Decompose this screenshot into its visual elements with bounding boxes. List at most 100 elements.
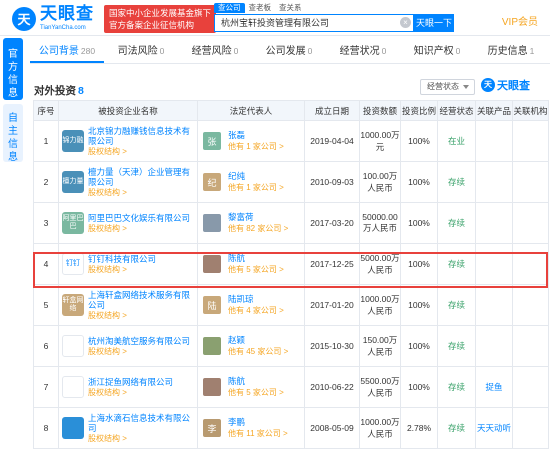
related-org [512, 407, 549, 449]
company-name-link[interactable]: 阿里巴巴文化娱乐有限公司 [88, 213, 196, 223]
related-org [512, 284, 549, 326]
legal-rep-link[interactable]: 陈航 [228, 253, 284, 264]
status-filter-label: 经营状态 [427, 82, 459, 91]
company-logo-icon: 轩盒网络 [62, 294, 84, 316]
equity-structure-link[interactable]: 股权结构 > [88, 264, 196, 275]
legal-rep-link[interactable]: 陈航 [228, 376, 284, 387]
related-product-link[interactable] [475, 120, 513, 162]
vip-link[interactable]: VIP会员 [502, 13, 538, 28]
search-tab-company[interactable]: 查公司 [214, 3, 245, 13]
legal-rep-companies-link[interactable]: 他有 82 家公司 > [228, 223, 288, 234]
legal-rep-cell: 赵颖 他有 45 家公司 > [197, 325, 305, 367]
tab-background[interactable]: 公司背景 280 [30, 40, 104, 63]
legal-rep-link[interactable]: 李鹏 [228, 417, 288, 428]
legal-rep-cell: 陈航 他有 5 家公司 > [197, 366, 305, 408]
table-row: 7 浙江捉鱼网络有限公司 股权结构 > 陈航 他有 5 家公司 >2010-06-22 5… [33, 366, 549, 408]
company-cell: 上海水滴石信息技术有限公司 股权结构 > [58, 407, 198, 449]
company-name-link[interactable]: 北京锦力融赚钱信息技术有限公司 [88, 126, 196, 146]
tab-count: 0 [233, 46, 239, 56]
tab-development[interactable]: 公司发展 0 [252, 40, 326, 63]
founded-date: 2019-04-04 [304, 120, 360, 162]
related-product-link[interactable]: 天天动听 [475, 407, 513, 449]
company-name-link[interactable]: 上海水滴石信息技术有限公司 [88, 413, 196, 433]
legal-rep-companies-link[interactable]: 他有 11 家公司 > [228, 428, 288, 439]
related-org [512, 325, 549, 367]
legal-rep-link[interactable]: 黎富荷 [228, 212, 288, 223]
legal-rep-cell: 张张磊 他有 1 家公司 > [197, 120, 305, 162]
col-header-index: 序号 [33, 100, 59, 121]
investment-amount: 1000.00万人民币 [359, 407, 401, 449]
legal-rep-companies-link[interactable]: 他有 45 家公司 > [228, 346, 288, 357]
related-org [512, 120, 549, 162]
row-index: 5 [33, 284, 59, 326]
side-tab-official[interactable]: 官方信息 [3, 38, 23, 100]
legal-rep-cell: 纪纪纯 他有 1 家公司 > [197, 161, 305, 203]
legal-rep-link[interactable]: 陆凯琼 [228, 294, 284, 305]
tab-ip[interactable]: 知识产权 0 [400, 40, 474, 63]
company-cell: 轩盒网络 上海轩盒网络技术服务有限公司 股权结构 > [58, 284, 198, 326]
table-row: 2 檀力量 檀力量（天津）企业管理有限公司 股权结构 > 纪纪纯 他有 1 家公司 >20… [33, 161, 549, 203]
banner-line-2: 官方备案企业征信机构 [109, 20, 195, 30]
side-tab-official-label: 官方信息 [8, 49, 18, 99]
related-product-link[interactable] [475, 202, 513, 244]
logo[interactable]: 天 天眼查 TianYanCha.com [12, 6, 94, 31]
investment-ratio: 2.78% [400, 407, 438, 449]
logo-mark-icon: 天 [12, 6, 36, 31]
tab-judicial-risk[interactable]: 司法风险 0 [104, 40, 178, 63]
equity-structure-link[interactable]: 股权结构 > [88, 187, 196, 198]
legal-rep-companies-link[interactable]: 他有 5 家公司 > [228, 387, 284, 398]
legal-rep-companies-link[interactable]: 他有 1 家公司 > [228, 141, 284, 152]
investment-ratio: 100% [400, 284, 438, 326]
related-product-link[interactable]: 捉鱼 [475, 366, 513, 408]
promo-banner[interactable]: 国家中小企业发展基金旗下 官方备案企业征信机构 [104, 5, 217, 33]
status-badge: 存续 [437, 325, 476, 367]
tab-business-risk[interactable]: 经营风险 0 [178, 40, 252, 63]
legal-rep-link[interactable]: 赵颖 [228, 335, 288, 346]
equity-structure-link[interactable]: 股权结构 > [88, 146, 196, 157]
founded-date: 2008-05-09 [304, 407, 360, 449]
founded-date: 2010-06-22 [304, 366, 360, 408]
legal-rep-link[interactable]: 张磊 [228, 130, 284, 141]
watermark-logo: 天天眼查 [481, 77, 530, 93]
equity-structure-link[interactable]: 股权结构 > [88, 387, 196, 398]
tab-operations[interactable]: 经营状况 0 [326, 40, 400, 63]
search-tab-boss[interactable]: 查老板 [245, 3, 276, 13]
table-row: 4 钉钉 钉钉科技有限公司 股权结构 > 陈航 他有 5 家公司 >2017-12-25 5… [33, 243, 549, 285]
equity-structure-link[interactable]: 股权结构 > [88, 433, 196, 444]
side-tab-self-label: 自主信息 [8, 113, 18, 163]
company-logo-icon: 阿里巴巴 [62, 212, 84, 234]
search-tab-relation[interactable]: 查关系 [275, 3, 306, 13]
avatar: 张 [203, 132, 221, 150]
legal-rep-companies-link[interactable]: 他有 1 家公司 > [228, 182, 284, 193]
company-name-link[interactable]: 杭州淘美航空服务有限公司 [88, 336, 196, 346]
related-product-link[interactable] [475, 161, 513, 203]
related-product-link[interactable] [475, 284, 513, 326]
legal-rep-companies-link[interactable]: 他有 4 家公司 > [228, 305, 284, 316]
related-product-link[interactable] [475, 243, 513, 285]
search-input[interactable]: 杭州宝轩投资管理有限公司 [214, 14, 414, 32]
company-logo-icon [62, 335, 84, 357]
company-cell: 檀力量 檀力量（天津）企业管理有限公司 股权结构 > [58, 161, 198, 203]
tab-history[interactable]: 历史信息 1 [474, 40, 548, 63]
legal-rep-link[interactable]: 纪纯 [228, 171, 284, 182]
tab-count: 1 [529, 46, 535, 56]
company-name-link[interactable]: 上海轩盒网络技术服务有限公司 [88, 290, 196, 310]
search-button[interactable]: 天眼一下 [414, 14, 454, 32]
equity-structure-link[interactable]: 股权结构 > [88, 223, 196, 234]
side-tab-self[interactable]: 自主信息 [3, 104, 23, 163]
legal-rep-companies-link[interactable]: 他有 5 家公司 > [228, 264, 284, 275]
clear-icon[interactable]: × [400, 17, 411, 28]
company-cell: 浙江捉鱼网络有限公司 股权结构 > [58, 366, 198, 408]
table-row: 8 上海水滴石信息技术有限公司 股权结构 > 李李鹏 他有 11 家公司 >2008-0… [33, 407, 549, 449]
equity-structure-link[interactable]: 股权结构 > [88, 346, 196, 357]
related-org [512, 202, 549, 244]
company-name-link[interactable]: 檀力量（天津）企业管理有限公司 [88, 167, 196, 187]
equity-structure-link[interactable]: 股权结构 > [88, 310, 196, 321]
legal-rep-cell: 黎富荷 他有 82 家公司 > [197, 202, 305, 244]
company-name-link[interactable]: 钉钉科技有限公司 [88, 254, 196, 264]
status-filter-select[interactable]: 经营状态 [420, 79, 475, 95]
watermark-logo-icon: 天 [481, 78, 495, 92]
related-product-link[interactable] [475, 325, 513, 367]
avatar [203, 255, 221, 273]
company-name-link[interactable]: 浙江捉鱼网络有限公司 [88, 377, 196, 387]
